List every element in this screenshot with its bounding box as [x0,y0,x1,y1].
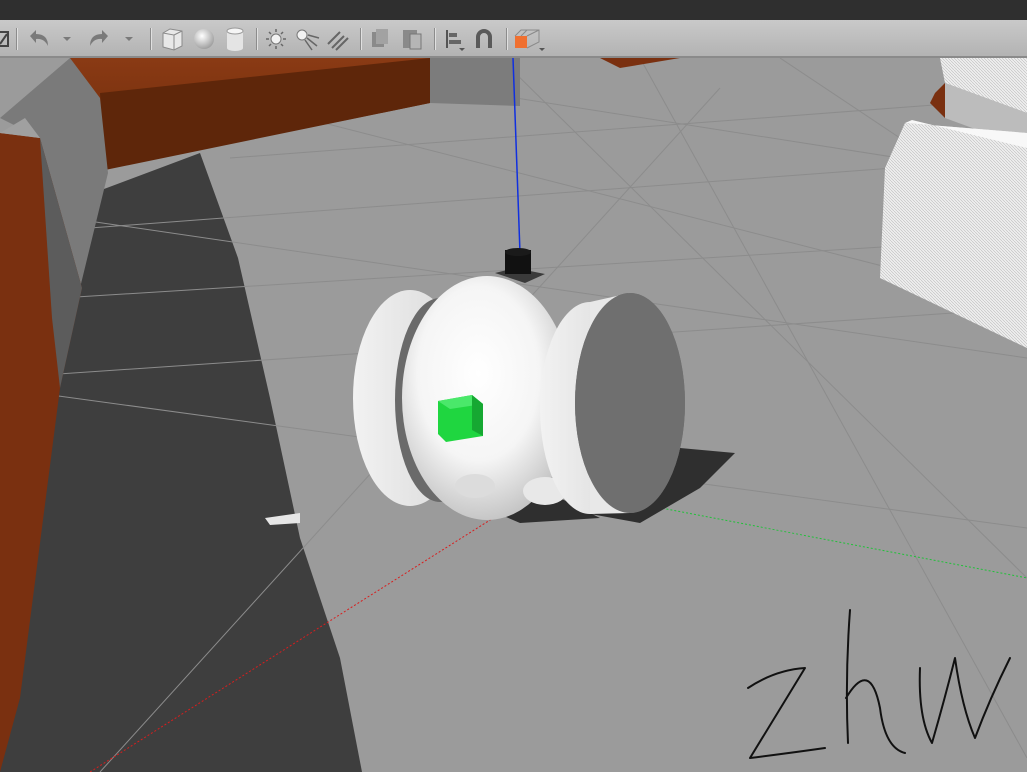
window-title-bar [0,0,1027,20]
box-shape-icon[interactable] [158,24,186,54]
sphere-shape-icon[interactable] [190,24,218,54]
3d-viewport[interactable] [0,58,1027,772]
toolbar [0,20,1027,58]
copy-icon[interactable] [366,24,394,54]
paste-icon[interactable] [398,24,426,54]
magnet-snap-icon[interactable] [470,24,498,54]
spot-light-icon[interactable] [292,24,322,54]
redo-dropdown-chevron-icon[interactable] [120,24,138,54]
point-light-icon[interactable] [262,24,290,54]
toolbar-separator [256,28,258,50]
toolbar-separator [360,28,362,50]
undo-icon[interactable] [22,24,54,54]
toolbar-separator [434,28,436,50]
redo-icon[interactable] [84,24,116,54]
undo-dropdown-chevron-icon[interactable] [58,24,76,54]
translate-mode-icon[interactable] [0,24,14,54]
directional-light-icon[interactable] [324,24,352,54]
toolbar-separator [16,28,18,50]
scene-render [0,58,1027,772]
align-icon[interactable] [440,24,468,54]
cylinder-shape-icon[interactable] [222,24,248,54]
view-angle-icon[interactable] [512,24,546,54]
wall-grey-segment [430,58,520,106]
toolbar-separator [506,28,508,50]
toolbar-separator [150,28,152,50]
